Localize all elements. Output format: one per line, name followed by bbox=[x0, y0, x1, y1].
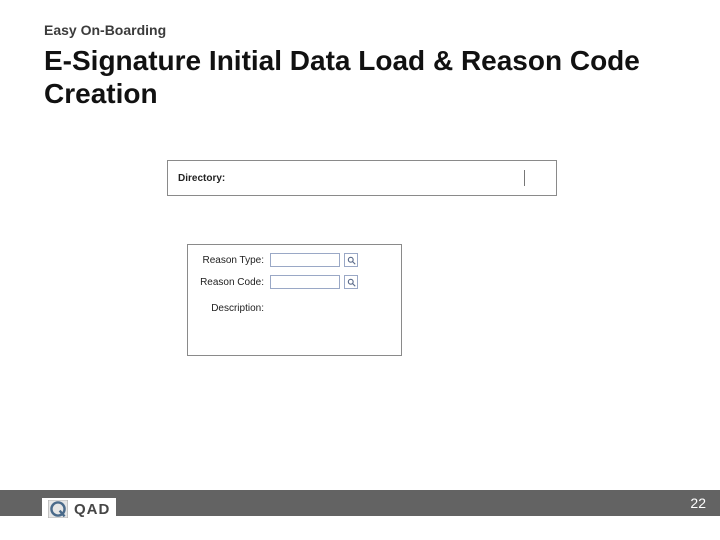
reason-type-input[interactable] bbox=[270, 253, 340, 267]
description-label: Description: bbox=[198, 303, 270, 314]
reason-code-input[interactable] bbox=[270, 275, 340, 289]
reason-type-label: Reason Type: bbox=[198, 255, 270, 266]
page-number: 22 bbox=[690, 495, 706, 511]
reason-panel: Reason Type: Reason Code: Description: bbox=[187, 244, 402, 356]
pretitle: Easy On-Boarding bbox=[44, 22, 166, 38]
field-cursor-mark bbox=[524, 170, 525, 186]
search-icon bbox=[347, 278, 356, 287]
reason-code-lookup-button[interactable] bbox=[344, 275, 358, 289]
logo-text: QAD bbox=[74, 501, 110, 518]
reason-type-lookup-button[interactable] bbox=[344, 253, 358, 267]
directory-label: Directory: bbox=[178, 173, 225, 184]
directory-input[interactable] bbox=[231, 173, 521, 189]
page-title: E-Signature Initial Data Load & Reason C… bbox=[44, 44, 676, 110]
directory-panel: Directory: bbox=[167, 160, 557, 196]
logo-mark-icon bbox=[48, 500, 68, 518]
search-icon bbox=[347, 256, 356, 265]
reason-code-label: Reason Code: bbox=[198, 277, 270, 288]
logo: QAD bbox=[42, 498, 116, 520]
